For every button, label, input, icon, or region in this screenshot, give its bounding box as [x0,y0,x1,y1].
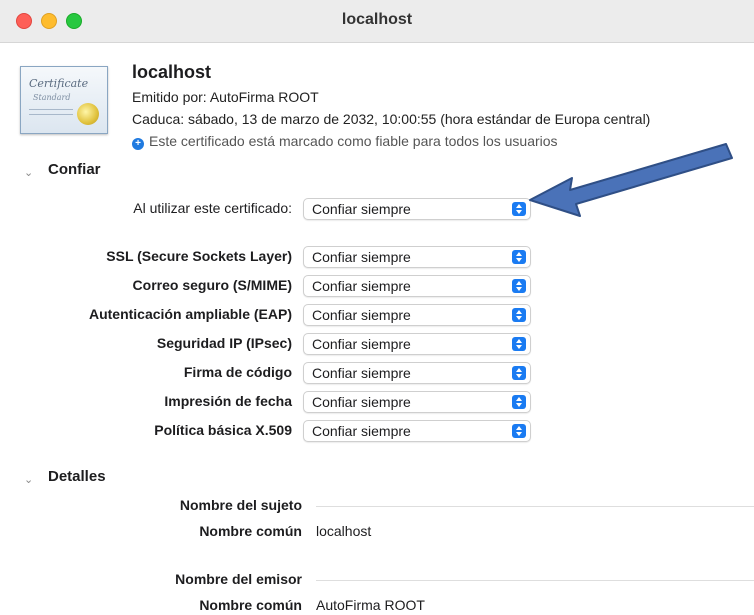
window-titlebar: localhost [0,0,754,43]
popup-stepper-icon [512,250,526,264]
popup-stepper-icon [512,337,526,351]
certificate-name: localhost [132,62,212,82]
popup-stepper-icon [512,308,526,322]
select-value: Confiar siempre [312,278,411,294]
issuer-common-name-label: Nombre común [199,597,302,613]
divider [316,580,754,581]
issuer-common-name-value: AutoFirma ROOT [316,597,425,613]
trust-label-x509: Política básica X.509 [154,422,292,438]
chevron-down-icon[interactable]: ⌄ [24,473,33,486]
trust-select-code-signing[interactable]: Confiar siempre [303,362,531,384]
details-section-title[interactable]: Detalles [48,468,106,485]
certificate-trust-status: + Este certificado está marcado como fiab… [132,133,558,150]
arrow-annotation [529,143,733,217]
select-value: Confiar siempre [312,365,411,381]
trust-select-x509[interactable]: Confiar siempre [303,420,531,442]
trust-label-ipsec: Seguridad IP (IPsec) [156,335,292,351]
trust-select-ssl[interactable]: Confiar siempre [303,246,531,268]
trust-section-title[interactable]: Confiar [48,161,101,178]
divider [316,506,754,507]
trust-label-eap: Autenticación ampliable (EAP) [88,306,292,322]
certificate-icon: Certificate Standard [20,66,108,134]
trust-select-eap[interactable]: Confiar siempre [303,304,531,326]
trust-select-smime[interactable]: Confiar siempre [303,275,531,297]
popup-stepper-icon [512,366,526,380]
certificate-icon-text: Certificate [29,77,89,90]
when-using-certificate-select[interactable]: Confiar siempre [303,198,531,220]
certificate-expiry: Caduca: sábado, 13 de marzo de 2032, 10:… [132,111,651,127]
select-value: Confiar siempre [312,423,411,439]
trust-label-timestamping: Impresión de fecha [164,393,292,409]
select-value: Confiar siempre [312,307,411,323]
certificate-issuer: Emitido por: AutoFirma ROOT [132,89,319,105]
trust-label-ssl: SSL (Secure Sockets Layer) [106,248,292,264]
select-value: Confiar siempre [312,201,411,217]
popup-stepper-icon [512,279,526,293]
trust-label-code-signing: Firma de código [183,364,292,380]
subject-common-name-label: Nombre común [199,523,302,539]
subject-common-name-value: localhost [316,523,372,539]
select-value: Confiar siempre [312,336,411,352]
window-title: localhost [341,11,413,28]
when-using-certificate-label: Al utilizar este certificado: [133,200,292,216]
trust-select-ipsec[interactable]: Confiar siempre [303,333,531,355]
select-value: Confiar siempre [312,394,411,410]
certificate-icon-lines [29,109,73,110]
trust-status-text: Este certificado está marcado como fiabl… [149,133,558,149]
subject-name-heading: Nombre del sujeto [179,497,302,513]
certificate-icon-subtext: Standard [33,93,71,102]
issuer-name-heading: Nombre del emisor [175,571,302,587]
trust-select-timestamping[interactable]: Confiar siempre [303,391,531,413]
chevron-down-icon[interactable]: ⌄ [24,166,33,179]
plus-circle-icon: + [132,138,144,150]
popup-stepper-icon [512,424,526,438]
certificate-seal-icon [77,103,99,125]
trust-label-smime: Correo seguro (S/MIME) [132,277,292,293]
popup-stepper-icon [512,395,526,409]
select-value: Confiar siempre [312,249,411,265]
